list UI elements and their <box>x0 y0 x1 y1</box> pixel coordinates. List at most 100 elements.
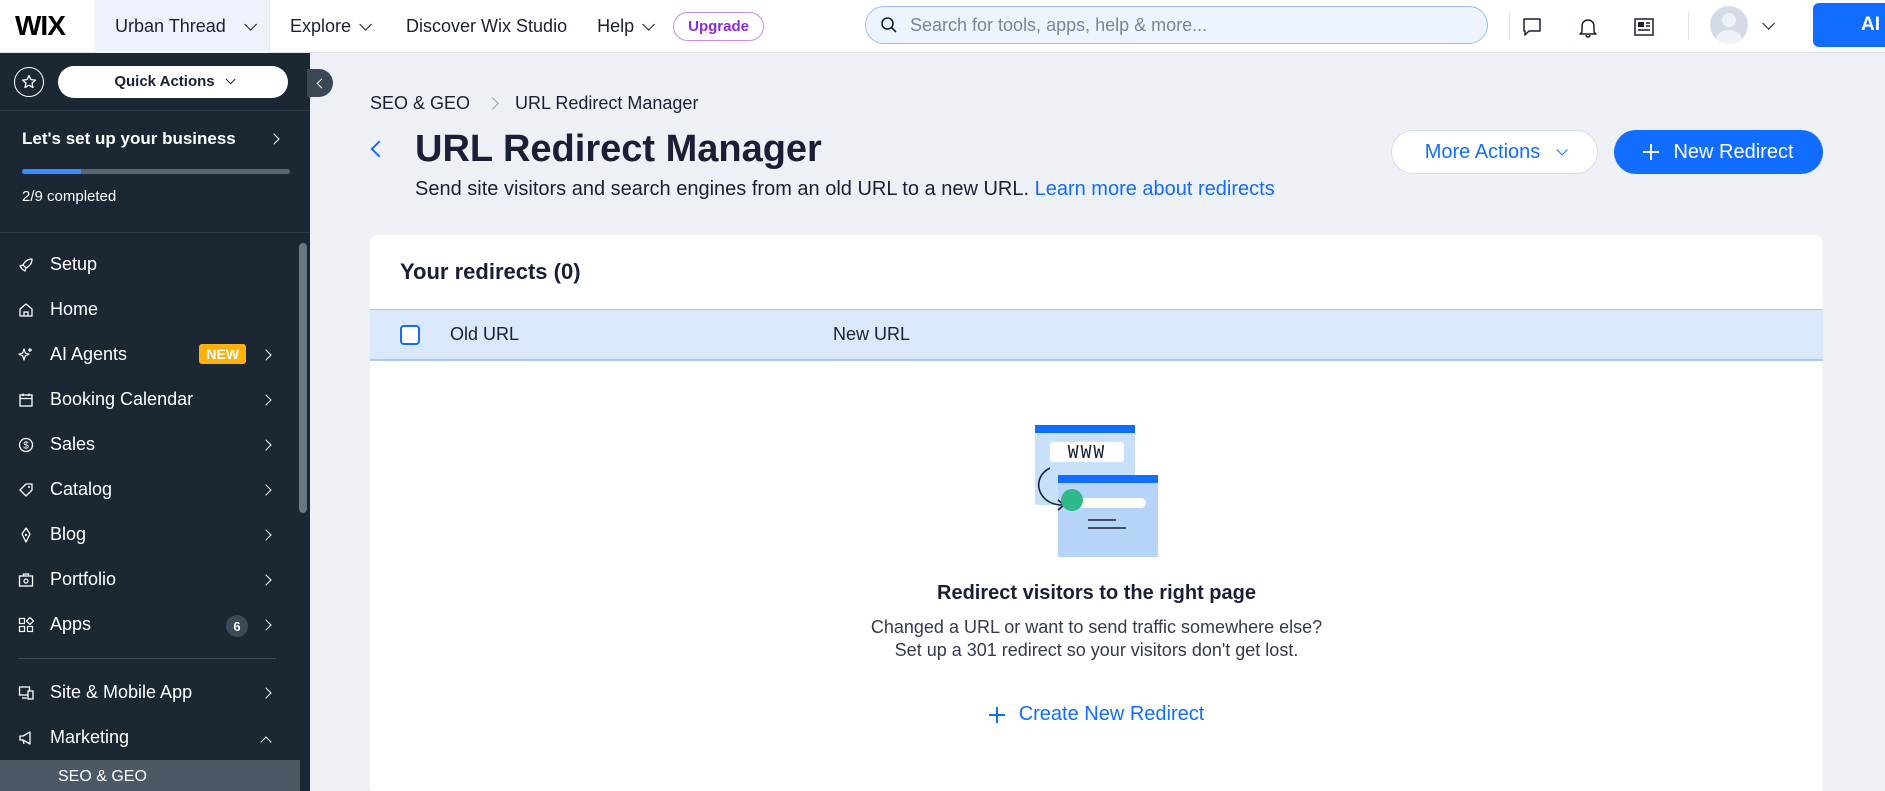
search-placeholder: Search for tools, apps, help & more... <box>910 14 1208 35</box>
site-switcher[interactable]: Urban Thread <box>95 0 270 53</box>
chevron-left-icon <box>316 78 327 88</box>
chevron-down-icon <box>642 17 656 31</box>
empty-state-line: Set up a 301 redirect so your visitors d… <box>894 640 1299 660</box>
site-name: Urban Thread <box>115 15 226 36</box>
search-input[interactable]: Search for tools, apps, help & more... <box>865 6 1488 44</box>
svg-text:$: $ <box>23 440 29 451</box>
chevron-right-icon <box>260 529 272 541</box>
sidebar-item-ai-agents[interactable]: AI Agents NEW <box>0 332 310 377</box>
page-title: URL Redirect Manager <box>415 128 822 170</box>
setup-progress-text: 2/9 completed <box>22 188 117 205</box>
sidebar-item-booking-calendar[interactable]: Booking Calendar <box>0 377 310 422</box>
top-icons <box>1520 0 1656 53</box>
upgrade-button[interactable]: Upgrade <box>673 11 764 41</box>
more-actions-label: More Actions <box>1424 140 1541 163</box>
sidebar-item-label: Site & Mobile App <box>50 682 193 702</box>
devices-icon <box>18 685 34 701</box>
sidebar-item-label: Catalog <box>50 479 113 499</box>
sidebar-item-label: Blog <box>50 524 87 544</box>
sidebar-item-portfolio[interactable]: Portfolio <box>0 557 310 602</box>
create-new-redirect-label: Create New Redirect <box>1018 703 1205 725</box>
create-new-redirect-link[interactable]: Create New Redirect <box>370 703 1823 726</box>
pen-icon <box>18 526 34 543</box>
bell-icon[interactable] <box>1576 15 1600 39</box>
column-header-new-url: New URL <box>833 324 911 344</box>
sidebar-item-site-mobile-app[interactable]: Site & Mobile App <box>0 670 310 715</box>
chevron-down-icon <box>359 17 373 31</box>
chevron-down-icon <box>1762 16 1775 30</box>
sidebar-item-home[interactable]: Home <box>0 287 310 332</box>
divider <box>1509 12 1510 40</box>
nav-help[interactable]: Help <box>597 15 656 37</box>
chevron-down-icon <box>1556 144 1569 156</box>
sidebar-item-label: AI Agents <box>50 344 128 364</box>
collapse-sidebar-button[interactable] <box>307 69 333 97</box>
sidebar-item-sales[interactable]: $ Sales <box>0 422 310 467</box>
sidebar-item-label: Setup <box>50 254 98 274</box>
learn-more-link[interactable]: Learn more about redirects <box>1035 178 1275 200</box>
star-icon[interactable] <box>14 66 44 97</box>
top-bar: WIX Urban Thread Explore Discover Wix St… <box>0 0 1885 53</box>
sidebar-item-label: Marketing <box>50 727 130 747</box>
sidebar-menu: Setup Home AI Agents NEW Booking Calenda… <box>0 233 310 791</box>
new-badge: NEW <box>199 344 246 364</box>
nav-help-label: Help <box>597 15 635 36</box>
subtitle-text: Send site visitors and search engines fr… <box>415 178 1030 200</box>
sidebar-subitem-seo-geo[interactable]: SEO & GEO <box>0 760 300 791</box>
nav-discover-wix-studio[interactable]: Discover Wix Studio <box>406 16 567 37</box>
setup-title: Let's set up your business <box>22 129 236 148</box>
ai-button[interactable]: AI <box>1813 3 1885 47</box>
calendar-icon <box>18 392 34 408</box>
sidebar-item-label: Booking Calendar <box>50 389 194 409</box>
dollar-icon: $ <box>18 437 34 453</box>
portfolio-icon <box>18 572 34 588</box>
nav-explore[interactable]: Explore <box>290 16 373 37</box>
megaphone-icon <box>18 730 34 746</box>
wix-logo[interactable]: WIX <box>0 0 95 53</box>
chevron-down-icon <box>225 74 236 85</box>
sidebar-item-setup[interactable]: Setup <box>0 242 310 287</box>
setup-progress-bar <box>22 169 290 174</box>
new-redirect-button[interactable]: New Redirect <box>1614 130 1823 174</box>
sidebar-item-apps[interactable]: Apps 6 <box>0 602 310 647</box>
chat-icon[interactable] <box>1520 15 1544 39</box>
chevron-right-icon <box>260 574 272 586</box>
home-icon <box>18 302 34 318</box>
page-subtitle: Send site visitors and search engines fr… <box>415 178 1275 201</box>
sidebar-item-marketing[interactable]: Marketing <box>0 715 310 760</box>
sidebar-item-label: Home <box>50 299 99 319</box>
sparkle-icon <box>18 347 34 363</box>
chevron-right-icon <box>260 619 272 631</box>
sidebar-scrollbar[interactable] <box>299 243 307 513</box>
chevron-down-icon <box>243 17 257 31</box>
breadcrumb-item-seo-geo[interactable]: SEO & GEO <box>370 93 470 114</box>
setup-progress-fill <box>22 169 81 174</box>
chevron-up-icon <box>260 736 272 748</box>
more-actions-button[interactable]: More Actions <box>1391 130 1598 174</box>
sidebar-item-label: Sales <box>50 434 96 454</box>
breadcrumb: SEO & GEO URL Redirect Manager <box>370 93 698 114</box>
empty-state-line: Changed a URL or want to send traffic so… <box>870 617 1323 637</box>
sidebar-item-label: Apps <box>50 614 92 634</box>
quick-actions-button[interactable]: Quick Actions <box>58 65 288 98</box>
rocket-icon <box>18 257 34 273</box>
sidebar-item-blog[interactable]: Blog <box>0 512 310 557</box>
chevron-right-icon <box>260 484 272 496</box>
www-text: WWW <box>1068 442 1107 463</box>
column-header-old-url: Old URL <box>450 324 520 344</box>
sidebar: Quick Actions Let's set up your business… <box>0 53 310 791</box>
sidebar-item-catalog[interactable]: Catalog <box>0 467 310 512</box>
news-icon[interactable] <box>1632 15 1656 39</box>
select-all-checkbox[interactable] <box>400 324 420 345</box>
sidebar-item-label: Portfolio <box>50 569 117 589</box>
chevron-right-icon <box>260 349 272 361</box>
setup-card[interactable]: Let's set up your business 2/9 completed <box>0 111 310 233</box>
tag-icon <box>18 482 34 498</box>
chevron-right-icon <box>260 687 272 699</box>
back-arrow-icon[interactable] <box>370 140 388 158</box>
divider <box>1688 12 1689 40</box>
card-title: Your redirects (0) <box>400 259 581 284</box>
breadcrumb-separator-icon <box>486 97 499 110</box>
plus-icon <box>988 706 1005 723</box>
account-menu[interactable] <box>1710 6 1775 44</box>
